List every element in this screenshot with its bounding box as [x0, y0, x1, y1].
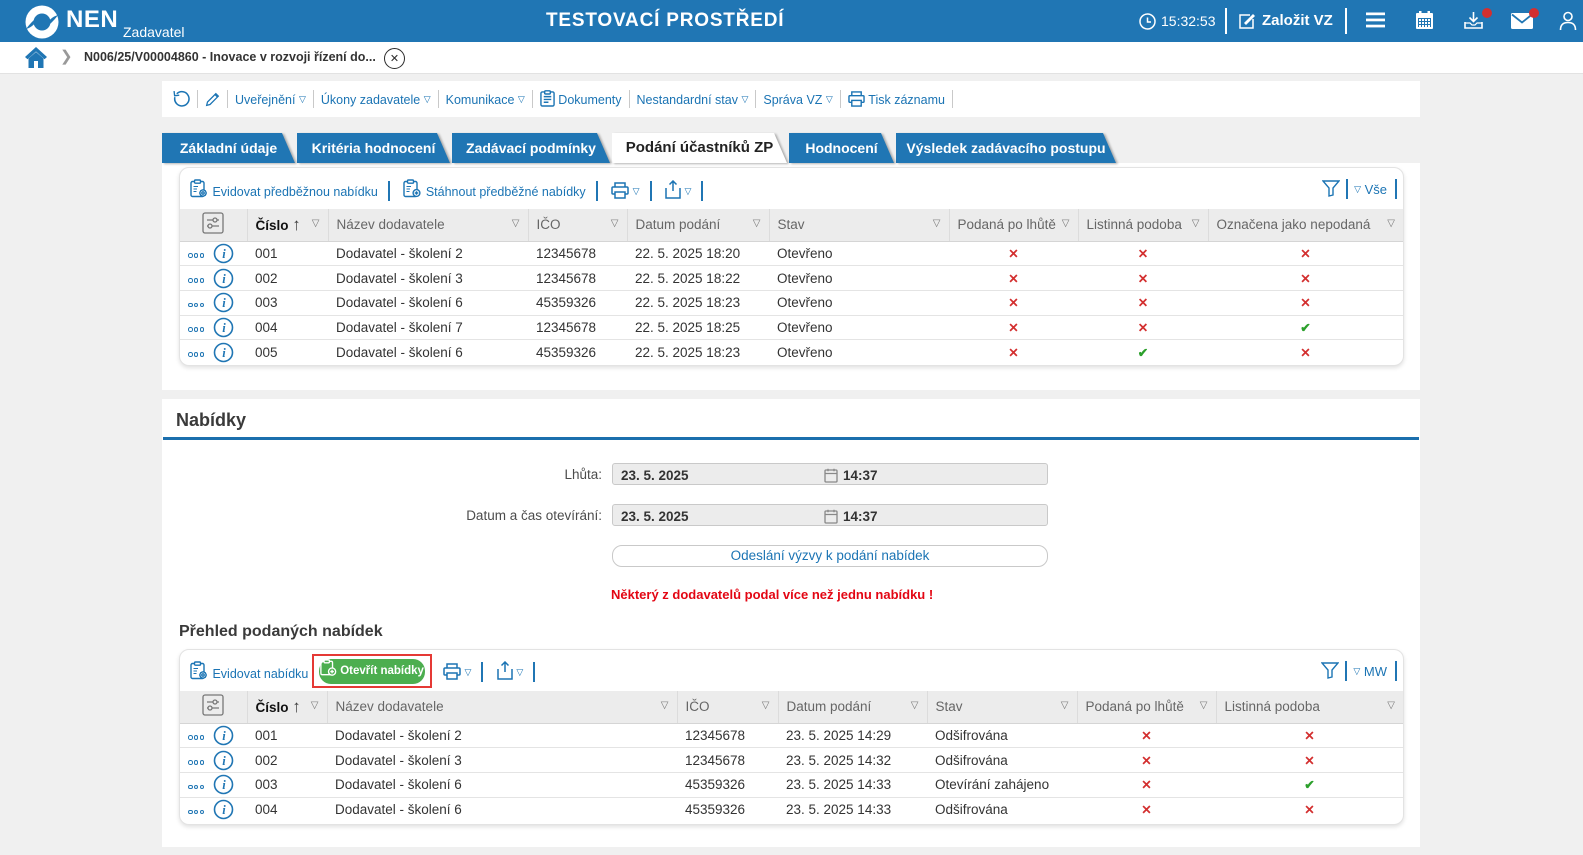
svg-text:i: i [223, 321, 227, 335]
svg-text:i: i [223, 729, 227, 743]
svg-text:i: i [223, 346, 227, 360]
svg-text:i: i [223, 247, 227, 261]
svg-text:i: i [223, 803, 227, 817]
svg-text:i: i [223, 754, 227, 768]
svg-text:i: i [223, 272, 227, 286]
svg-text:i: i [223, 296, 227, 310]
svg-text:i: i [223, 778, 227, 792]
